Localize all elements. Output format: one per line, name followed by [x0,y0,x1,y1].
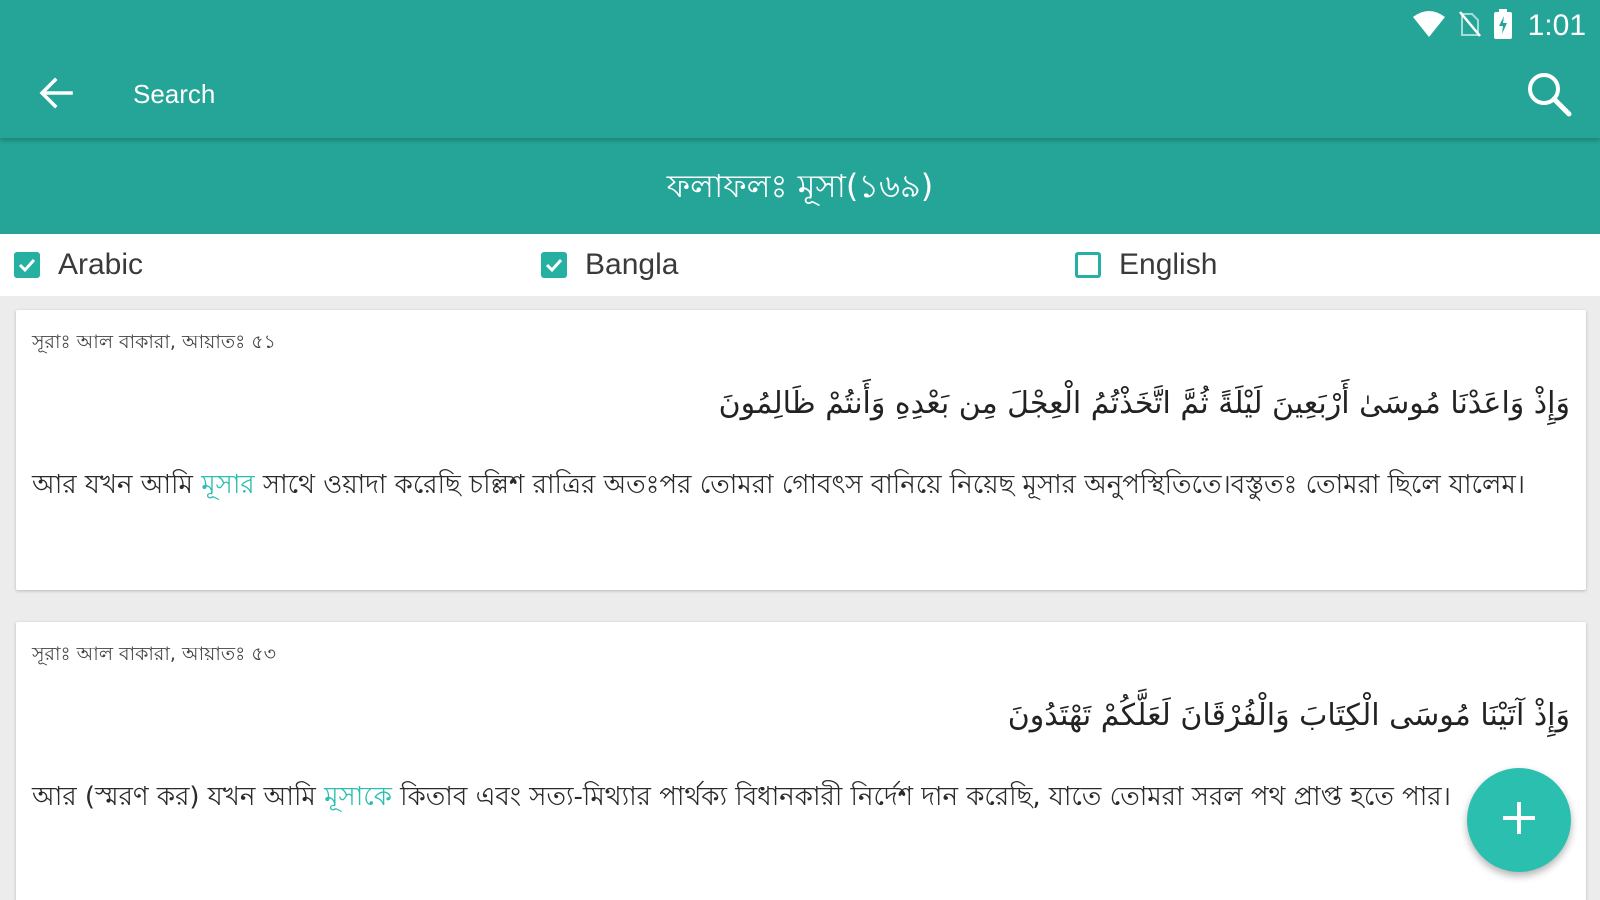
status-bar: 1:01 [0,0,1600,52]
filter-label-bangla: Bangla [585,248,679,281]
no-sim-icon [1458,10,1482,42]
search-highlight: মূসাকে [324,782,392,812]
results-title: ফলাফলঃ মূসা(১৬৯) [666,167,934,205]
filter-english[interactable]: English [1075,246,1217,284]
search-icon [1525,70,1573,122]
app-window: 1:01 Search ফলাফলঃ মূসা(১৬৯) Arabic Bang… [0,0,1600,900]
check-icon [545,258,563,273]
plus-icon [1499,798,1539,842]
bangla-checkbox[interactable] [541,252,567,278]
bangla-text: সাথে ওয়াদা করেছি চল্লিশ রাত্রির অতঃপর ত… [254,470,1526,500]
language-filter-row: Arabic Bangla English [0,234,1600,296]
bangla-text: কিতাব এবং সত্য-মিথ্যার পার্থক্য বিধানকার… [391,782,1451,812]
verse-reference: সূরাঃ আল বাকারা, আয়াতঃ ৫১ [32,331,276,353]
english-checkbox[interactable] [1075,252,1101,278]
battery-charging-icon [1493,9,1512,43]
result-card[interactable]: সূরাঃ আল বাকারা, আয়াতঃ ৫৩ وَإِذْ آتَيْن… [16,622,1586,900]
results-header: ফলাফলঃ মূসা(১৬৯) [0,138,1600,234]
search-button[interactable] [1518,65,1580,127]
arabic-text: وَإِذْ آتَيْنَا مُوسَى الْكِتَابَ وَالْف… [1007,698,1570,733]
arrow-left-icon [38,75,74,115]
toolbar-title: Search [133,79,216,109]
filter-arabic[interactable]: Arabic [14,246,143,284]
filter-bangla[interactable]: Bangla [541,246,678,284]
add-button[interactable] [1467,768,1571,872]
back-button[interactable] [30,69,82,121]
filter-label-arabic: Arabic [58,248,144,281]
result-card[interactable]: সূরাঃ আল বাকারা, আয়াতঃ ৫১ وَإِذْ وَاعَد… [16,310,1586,590]
verse-reference: সূরাঃ আল বাকারা, আয়াতঃ ৫৩ [32,643,276,665]
search-highlight: মূসার [201,470,255,500]
arabic-checkbox[interactable] [14,252,40,278]
status-time: 1:01 [1527,9,1586,42]
check-icon [18,258,36,273]
wifi-icon [1412,10,1446,42]
status-icons: 1:01 [1412,6,1586,46]
bangla-text: আর (স্মরণ কর) যখন আমি [32,782,325,812]
bangla-translation: আর যখন আমি মূসার সাথে ওয়াদা করেছি চল্লি… [32,462,1570,508]
bangla-translation: আর (স্মরণ কর) যখন আমি মূসাকে কিতাব এবং স… [32,774,1570,820]
toolbar: Search [0,52,1600,138]
filter-label-english: English [1119,248,1218,281]
bangla-text: আর যখন আমি [32,470,202,500]
arabic-text: وَإِذْ وَاعَدْنَا مُوسَىٰ أَرْبَعِينَ لَ… [718,386,1570,421]
